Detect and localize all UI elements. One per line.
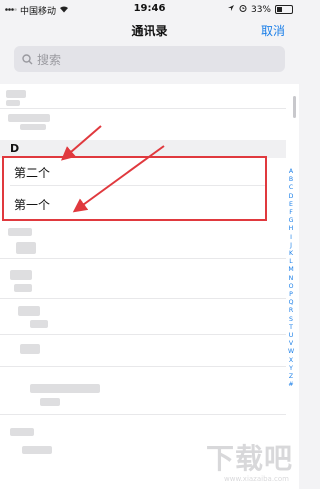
arrow-to-first xyxy=(72,145,165,213)
index-letter[interactable]: C xyxy=(289,184,293,192)
index-letter[interactable]: X xyxy=(289,357,293,365)
index-letter[interactable]: F xyxy=(289,209,293,217)
index-letter[interactable]: Y xyxy=(289,365,293,373)
index-letter[interactable]: A xyxy=(289,168,293,176)
index-letter[interactable]: N xyxy=(289,275,294,283)
index-letter[interactable]: # xyxy=(288,381,293,389)
index-letter[interactable]: O xyxy=(289,283,294,291)
index-letter[interactable]: G xyxy=(289,217,294,225)
index-letter[interactable]: D xyxy=(289,193,294,201)
index-letter[interactable]: J xyxy=(290,242,292,250)
index-letter[interactable]: L xyxy=(289,258,292,266)
index-letter[interactable]: Z xyxy=(289,373,293,381)
watermark-logo: 下载吧 www.xiazaiba.com xyxy=(185,433,293,483)
index-letter[interactable]: H xyxy=(289,225,294,233)
alphabet-index[interactable]: A B C D E F G H I J K L M N O P Q R S T U V W X Y Z # xyxy=(285,168,297,389)
index-letter[interactable]: U xyxy=(289,332,294,340)
scroll-indicator[interactable] xyxy=(293,96,296,118)
index-letter[interactable]: R xyxy=(289,307,293,315)
index-letter[interactable]: M xyxy=(288,266,293,274)
index-letter[interactable]: K xyxy=(289,250,293,258)
watermark-text: 下载吧 xyxy=(205,442,293,475)
index-letter[interactable]: T xyxy=(289,324,293,332)
arrow-to-second xyxy=(60,125,102,161)
index-letter[interactable]: B xyxy=(289,176,293,184)
index-letter[interactable]: V xyxy=(289,340,293,348)
index-letter[interactable]: W xyxy=(288,348,294,356)
watermark-subtext: www.xiazaiba.com xyxy=(224,475,289,483)
index-letter[interactable]: Q xyxy=(289,299,294,307)
index-letter[interactable]: I xyxy=(290,234,292,242)
annotation-arrows xyxy=(60,125,165,213)
index-letter[interactable]: E xyxy=(289,201,293,209)
index-letter[interactable]: P xyxy=(289,291,293,299)
index-letter[interactable]: S xyxy=(289,316,293,324)
